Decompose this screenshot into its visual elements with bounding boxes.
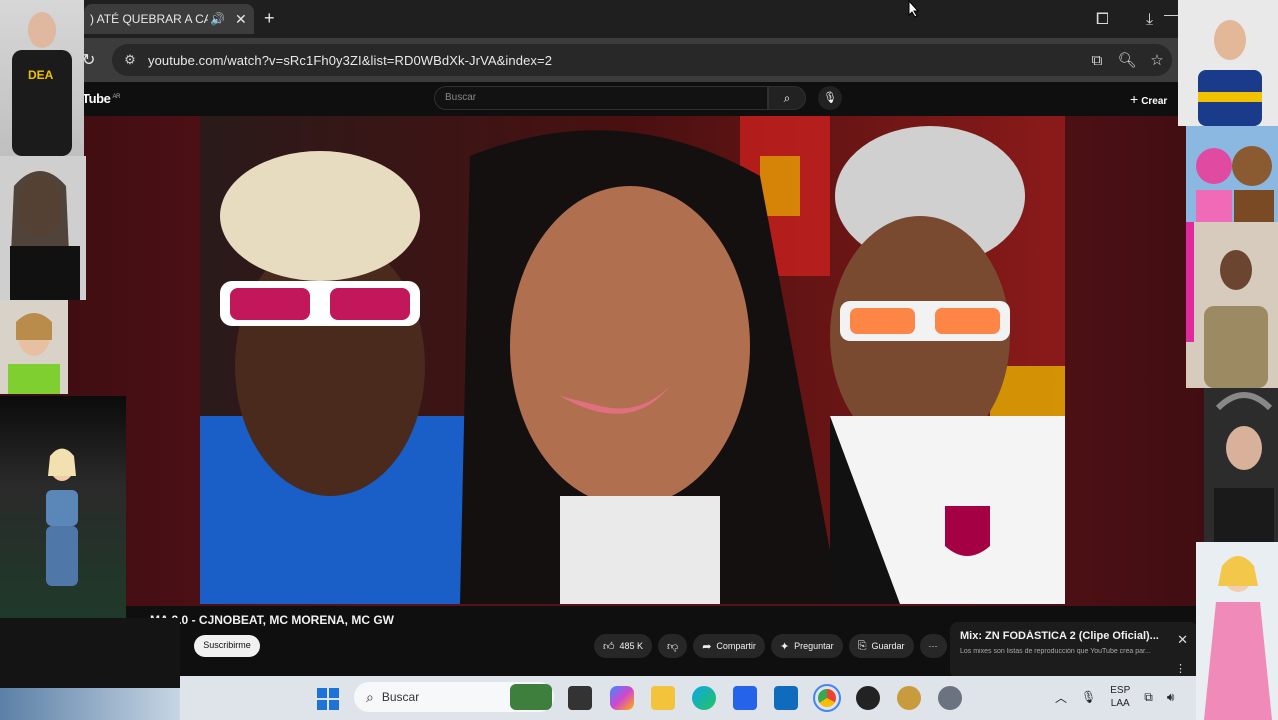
like-button[interactable]: 👍︎ 485 K <box>594 634 653 658</box>
overlay-person-boca <box>1178 0 1278 126</box>
overlay-bottom-left <box>0 688 180 720</box>
tab-close-button[interactable]: ✕ <box>235 11 247 28</box>
overlay-person-3 <box>0 300 68 394</box>
subscribe-button[interactable]: Suscribirme <box>194 635 260 657</box>
video-actions: 👍︎ 485 K 👎︎ ➦ Compartir ✦ Preguntar ⎘ Guarda… <box>594 634 947 658</box>
mix-subtitle: Los mixes son listas de reproducción que… <box>960 648 1151 655</box>
close-icon[interactable]: ✕ <box>1177 632 1188 648</box>
youtube-header: Tube AR Buscar ⌕ 🎙 + Crear <box>0 82 1278 116</box>
browser-toolbar: ↻ ⚙ youtube.com/watch?v=sRc1Fh0y3ZI&list… <box>0 38 1278 82</box>
search-icon[interactable]: ⌕ <box>768 86 806 110</box>
copilot-icon[interactable] <box>610 686 634 710</box>
network-icon[interactable]: ⧉ <box>1144 690 1153 705</box>
mix-playlist-card[interactable]: Mix: ZN FODÁSTICA 2 (Clipe Oficial)... L… <box>950 622 1198 678</box>
tab-title: ) ATÉ QUEBRAR A CAMA <box>90 12 208 26</box>
outlook-icon[interactable] <box>774 686 798 710</box>
new-tab-button[interactable]: + <box>264 8 275 29</box>
overlay-costumes <box>1186 126 1278 222</box>
mix-title[interactable]: Mix: ZN FODÁSTICA 2 (Clipe Oficial)... <box>960 630 1172 642</box>
overlay-tiktok-video <box>0 396 126 618</box>
save-button[interactable]: ⎘ Guardar <box>848 634 914 658</box>
task-view-icon[interactable] <box>568 686 592 710</box>
video-frame <box>200 116 1065 604</box>
widgets-icon[interactable] <box>510 684 552 710</box>
dea-badge: DEA <box>28 68 54 82</box>
windows-taskbar: ⌕ Buscar ︿ 🎙 ESP LAA ⧉ 🔊︎ <box>180 676 1200 720</box>
bookmark-star-icon[interactable]: ☆ <box>1142 51 1172 69</box>
system-tray: ︿ 🎙 ESP LAA ⧉ 🔊︎ <box>1055 684 1174 710</box>
install-app-icon[interactable]: ⧉ <box>1082 52 1112 69</box>
video-player[interactable] <box>200 116 1065 604</box>
search-input[interactable]: Buscar <box>434 86 768 110</box>
store-icon[interactable] <box>733 686 757 710</box>
overlay-pink-character <box>1196 542 1278 720</box>
overlay-person-2 <box>0 156 86 300</box>
create-button[interactable]: + Crear <box>1130 91 1167 107</box>
dislike-button[interactable]: 👎︎ <box>658 634 688 658</box>
browser-tabstrip: ) ATÉ QUEBRAR A CAMA 🔊 ✕ + — <box>0 0 1278 38</box>
reload-icon[interactable]: ↻ <box>82 50 95 70</box>
more-vertical-icon[interactable]: ⋮ <box>1175 662 1186 675</box>
zoom-icon[interactable]: 🔍︎ <box>1112 51 1142 69</box>
youtube-logo[interactable]: Tube AR <box>82 91 120 106</box>
overlay-person-braids <box>1186 222 1278 388</box>
minimize-icon[interactable]: — <box>1164 6 1178 22</box>
bookmark-icon: ⎘ <box>857 639 867 652</box>
thumbs-down-icon: 👎︎ <box>667 640 679 653</box>
share-button[interactable]: ➦ Compartir <box>693 634 765 658</box>
microphone-icon[interactable]: 🎙 <box>1081 690 1096 704</box>
volume-icon[interactable]: 🔊︎ <box>1167 690 1175 705</box>
edge-icon[interactable] <box>692 686 716 710</box>
site-settings-icon[interactable]: ⚙ <box>122 52 138 68</box>
microphone-icon[interactable]: 🎙 <box>818 86 842 110</box>
chevron-up-icon[interactable]: ︿ <box>1055 689 1067 706</box>
league-icon[interactable] <box>897 686 921 710</box>
overlay-dark-panel <box>0 618 180 688</box>
sparkle-icon: ✦ <box>779 640 790 653</box>
omnibox-actions: ⧉ 🔍︎ ☆ <box>1082 44 1172 76</box>
settings-gear-icon[interactable] <box>938 686 962 710</box>
address-bar[interactable]: ⚙ youtube.com/watch?v=sRc1Fh0y3ZI&list=R… <box>112 44 1172 76</box>
chrome-icon[interactable] <box>813 684 841 712</box>
extensions-icon[interactable]: ⧠ <box>1096 11 1109 29</box>
url-text[interactable]: youtube.com/watch?v=sRc1Fh0y3ZI&list=RD0… <box>148 53 552 68</box>
mouse-cursor-icon <box>908 0 920 18</box>
file-explorer-icon[interactable] <box>651 686 675 710</box>
overlay-person-dea: DEA <box>0 0 84 156</box>
language-indicator[interactable]: ESP LAA <box>1110 684 1130 710</box>
download-icon[interactable]: ⤓ <box>1146 11 1153 29</box>
video-title: MA 2.0 - CJNOBEAT, MC MORENA, MC GW <box>150 613 395 627</box>
thumbs-up-icon: 👍︎ <box>603 640 615 653</box>
speaker-icon[interactable]: 🔊 <box>210 12 225 26</box>
share-icon: ➦ <box>702 640 712 653</box>
browser-tab[interactable]: ) ATÉ QUEBRAR A CAMA 🔊 ✕ <box>84 4 254 34</box>
overlay-webcam-streamer <box>1204 388 1278 542</box>
ask-button[interactable]: ✦ Preguntar <box>770 634 843 658</box>
more-actions-button[interactable]: ··· <box>919 634 947 658</box>
windows-start-icon[interactable] <box>317 688 339 710</box>
obs-icon[interactable] <box>856 686 880 710</box>
search-icon: ⌕ <box>366 688 374 705</box>
